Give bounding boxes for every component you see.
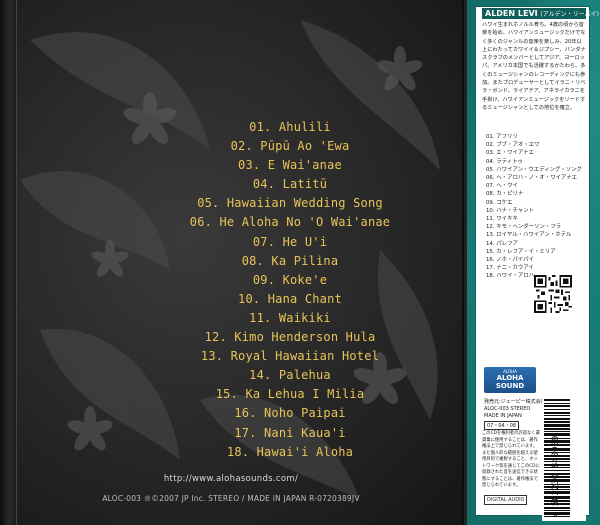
obi-track: 04. ラティトゥ bbox=[486, 158, 523, 165]
track-title: 11. Waikiki bbox=[249, 310, 331, 325]
obi-track: 12. キモ・ヘンダーソン・フラ bbox=[486, 224, 561, 231]
track-title: 07. He U'i bbox=[252, 234, 328, 249]
website-url: http://www.alohasounds.com/ bbox=[163, 474, 299, 484]
copyright-line: ALOC-003 ℗©2007 JP Inc. STEREO / MADE IN… bbox=[102, 494, 360, 503]
track-title: 16. Noho Paipai bbox=[234, 406, 346, 421]
obi-track: 07. ヘ・ウイ bbox=[486, 183, 518, 190]
track-title: 02. Pūpū Ao 'Ewa bbox=[230, 139, 350, 154]
track-title: 10. Hana Chant bbox=[238, 291, 342, 306]
copyright-notice: このCDを権利者の許諾なく賃貸業に使用することは、著作権法上で禁じられています。… bbox=[482, 431, 540, 488]
badge-line-2: SOUND bbox=[495, 382, 525, 390]
compact-disc-logo: DIGITAL AUDIO bbox=[484, 495, 528, 505]
qr-code bbox=[534, 275, 572, 313]
barcode-digits: 4 582230 840039 bbox=[551, 436, 561, 517]
track-title: 13. Royal Hawaiian Hotel bbox=[200, 349, 380, 364]
artist-name-jp: (アルデン・リーバイ) bbox=[540, 11, 599, 18]
obi-track: 10. ハナ・チャント bbox=[486, 207, 534, 214]
track-title: 18. Hawai'i Aloha bbox=[226, 444, 354, 459]
track-title: 08. Ka Pilina bbox=[241, 253, 339, 268]
badge-line-1: ALOHA bbox=[496, 374, 524, 382]
obi-track: 14. パレフア bbox=[486, 240, 518, 247]
release-date: 07・04・08 bbox=[484, 421, 520, 430]
obi-track: 16. ノホ・パイパイ bbox=[486, 257, 534, 264]
track-title: 15. Ka Lehua I Milia bbox=[215, 387, 365, 402]
obi-track-list: 01. アフリリ 02. プブ・アオ・エワ 03. エ・ワイアナエ 04. ラテ… bbox=[486, 133, 586, 281]
obi-track: 03. エ・ワイアナエ bbox=[486, 150, 534, 157]
cd-back-cover: 01. Ahulili 02. Pūpū Ao 'Ewa 03. E Wai'a… bbox=[0, 0, 600, 525]
obi-artist-name: ALDEN LEVI (アルデン・リーバイ) bbox=[482, 8, 599, 19]
aloha-sound-logo: ALOHA ALOHA SOUND bbox=[484, 367, 536, 393]
obi-track: 11. ワイキキ bbox=[486, 216, 518, 223]
track-title: 04. Latitū bbox=[252, 177, 328, 192]
track-title: 03. E Wai'anae bbox=[238, 158, 342, 173]
track-title: 05. Hawaiian Wedding Song bbox=[197, 196, 383, 211]
track-title: 14. Palehua bbox=[249, 368, 331, 383]
obi-panel: ALDEN LEVI (アルデン・リーバイ) ハワイ生まれホノルル育ち。4歳の頃… bbox=[475, 6, 599, 521]
obi-track: 08. カ・ピリナ bbox=[486, 191, 524, 198]
obi-track: 02. プブ・アオ・エワ bbox=[486, 142, 540, 149]
track-list: 01. Ahulili 02. Pūpū Ao 'Ewa 03. E Wai'a… bbox=[180, 118, 400, 462]
left-spine bbox=[0, 0, 17, 525]
track-title: 17. Nani Kaua'i bbox=[234, 425, 346, 440]
back-tray-card: 01. Ahulili 02. Pūpū Ao 'Ewa 03. E Wai'a… bbox=[0, 0, 464, 525]
obi-track: 06. ヘ・アロハ・ノ・オ・ワイアナエ bbox=[486, 175, 578, 182]
obi-track: 05. ハワイアン・ウエディング・ソング bbox=[486, 166, 582, 173]
obi-track: 01. アフリリ bbox=[486, 134, 518, 140]
obi-track: 13. ロイヤル・ハワイアン・ホテル bbox=[486, 232, 572, 239]
artist-name: ALDEN LEVI bbox=[485, 9, 538, 18]
track-title: 06. He Aloha No 'O Wai'anae bbox=[189, 215, 391, 230]
obi-track: 15. カ・レフア・イ・ミリア bbox=[486, 248, 556, 255]
track-title: 01. Ahulili bbox=[249, 120, 331, 134]
track-title: 12. Kimo Henderson Hula bbox=[204, 330, 376, 345]
obi-track: 17. ナニ・カウアイ bbox=[486, 265, 534, 272]
artist-description: ハワイ生まれホノルル育ち。4歳の頃から音楽を始め、ハワイアンミュージックだけでな… bbox=[482, 22, 586, 111]
obi-track: 09. コケエ bbox=[486, 199, 513, 206]
track-title: 09. Koke'e bbox=[252, 272, 328, 287]
obi-strip: ALDEN LEVI (アルデン・リーバイ) ハワイ生まれホノルル育ち。4歳の頃… bbox=[467, 0, 600, 525]
barcode-digits-svg: 4 582230 840039 bbox=[551, 436, 561, 517]
